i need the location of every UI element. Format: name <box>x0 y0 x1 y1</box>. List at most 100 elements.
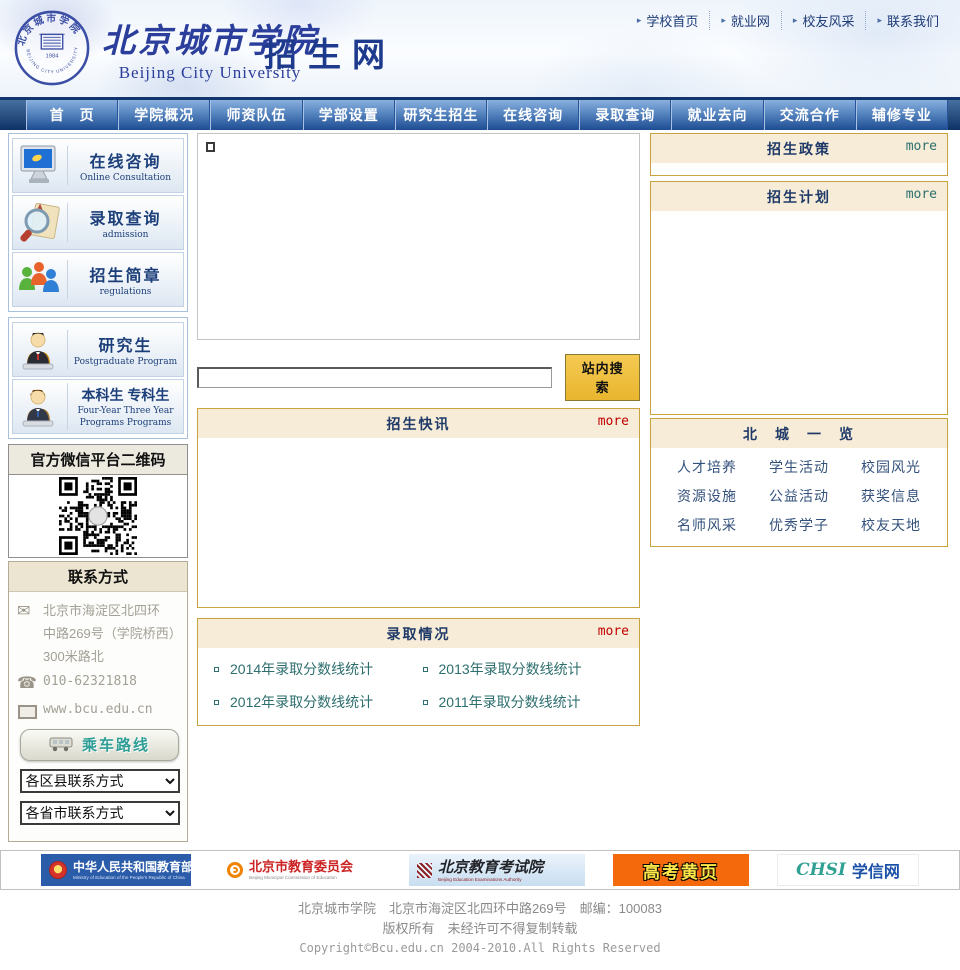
admission-news-title: 招生快讯 <box>386 416 451 432</box>
square-bullet-icon <box>214 666 219 672</box>
sidebar-button-subtitle: Postgraduate Program <box>73 356 178 367</box>
admission-results-body: 2014年录取分数线统计 2013年录取分数线统计 2012年录取分数线统计 2… <box>198 648 639 725</box>
nav-item-departments[interactable]: 学部设置 <box>302 100 395 130</box>
top-link-employment[interactable]: 就业网 <box>709 11 781 30</box>
main-navbar: 首 页 学院概况 师资队伍 学部设置 研究生招生 在线咨询 录取查询 就业去向 … <box>0 97 960 130</box>
sidebar-button-subtitle: Online Consultation <box>79 172 171 183</box>
bus-route-button[interactable]: 乘车路线 <box>20 729 179 762</box>
header-top-links: 学校首页 就业网 校友风采 联系我们 <box>626 11 950 30</box>
admission-results-header: 录取情况 more <box>198 619 639 648</box>
page-title: 招生网 <box>264 36 396 73</box>
admission-plan-title: 招生计划 <box>767 189 831 205</box>
contact-website[interactable]: www.bcu.edu.cn <box>43 700 182 721</box>
score-stats-link-2013[interactable]: 2013年录取分数线统计 <box>422 659 632 679</box>
partner-name-cn: 中华人民共和国教育部 <box>73 859 194 874</box>
district-contact-select[interactable]: 各区县联系方式 <box>19 769 180 794</box>
contact-box: 联系方式 北京市海淀区北四环 中路269号（学院桥西） 300米路北 010-6… <box>8 561 188 843</box>
partner-beijing-exam-authority[interactable]: 北京教育考试院 Beijing Education Examinations A… <box>409 854 585 887</box>
overview-link-student-activities[interactable]: 学生活动 <box>753 457 845 477</box>
sidebar-button-subtitle: regulations <box>99 286 152 297</box>
site-header: 北京城市学院 BEIJING CITY UNIVERSITY 1984 北京城市… <box>0 0 960 97</box>
footer-address-line: 北京城市学院 北京市海淀区北四环中路269号 邮编：100083 <box>297 901 663 917</box>
admission-plan-more-link[interactable]: more <box>906 187 937 202</box>
partner-beijing-education-commission[interactable]: 北京市教育委员会 Beijing Municipal Commission of… <box>219 854 381 886</box>
overview-link-famous-teachers[interactable]: 名师风采 <box>661 515 753 535</box>
nav-item-faculty[interactable]: 师资队伍 <box>210 100 303 130</box>
envelope-icon <box>17 600 43 668</box>
score-stats-link-2014[interactable]: 2014年录取分数线统计 <box>214 659 423 679</box>
contact-address-line: 北京市海淀区北四环 <box>43 603 161 618</box>
footer-copyright-en: Copyright©Bcu.edu.cn 2004-2010.All Right… <box>299 941 661 956</box>
nav-item-cooperation[interactable]: 交流合作 <box>763 100 856 130</box>
right-column: 招生政策 more 招生计划 more 北 城 一 览 人才培养 学生活动 校园… <box>650 133 948 547</box>
campus-overview-header: 北 城 一 览 <box>651 419 947 448</box>
square-bullet-icon <box>422 699 428 705</box>
partner-chsi[interactable]: CHSI 学信网 <box>777 854 919 887</box>
sidebar-quick-group-2: 研究生 Postgraduate Program 本科生 专科生 Four-Ye… <box>8 317 188 439</box>
wechat-qr-header: 官方微信平台二维码 <box>9 445 187 475</box>
admission-policy-title: 招生政策 <box>767 141 831 157</box>
wechat-qr-wrap <box>9 475 187 557</box>
sidebar-button-online-consultation[interactable]: 在线咨询 Online Consultation <box>12 138 184 193</box>
score-stats-link-2012[interactable]: 2012年录取分数线统计 <box>214 692 423 712</box>
nav-item-employment[interactable]: 就业去向 <box>671 100 764 130</box>
bus-route-label: 乘车路线 <box>81 737 150 755</box>
seal-year-text: 1984 <box>45 54 59 60</box>
admission-plan-box: 招生计划 more <box>650 181 948 415</box>
footer-copyright-cn: 版权所有 未经许可不得复制转载 <box>382 921 578 937</box>
sidebar-button-undergraduate[interactable]: 本科生 专科生 Four-Year Three Year Programs Pr… <box>12 379 184 434</box>
partner-ministry-of-education[interactable]: 中华人民共和国教育部 Ministry of Education of the … <box>41 854 194 887</box>
overview-link-public-welfare[interactable]: 公益活动 <box>753 486 845 506</box>
overview-link-campus-scenery[interactable]: 校园风光 <box>845 457 937 477</box>
sidebar-button-title: 在线咨询 <box>89 153 162 171</box>
overview-link-outstanding-students[interactable]: 优秀学子 <box>753 515 845 535</box>
overview-link-facilities[interactable]: 资源设施 <box>661 486 753 506</box>
overview-link-talent[interactable]: 人才培养 <box>661 457 753 477</box>
arrow-right-icon <box>793 15 798 26</box>
partner-name-en: Ministry of Education of the People's Re… <box>73 874 185 880</box>
people-icon <box>13 258 67 302</box>
partner-gaokao-yellow-pages[interactable]: 高考黄页 <box>613 854 749 887</box>
exam-authority-logo-icon <box>417 862 432 878</box>
admission-news-box: 招生快讯 more <box>197 408 640 608</box>
top-link-alumni[interactable]: 校友风采 <box>780 11 866 30</box>
overview-link-alumni[interactable]: 校友天地 <box>845 515 937 535</box>
site-search-button[interactable]: 站内搜索 <box>565 354 640 401</box>
arrow-right-icon <box>721 15 726 26</box>
score-stats-link-2011[interactable]: 2011年录取分数线统计 <box>422 692 632 712</box>
overview-link-awards[interactable]: 获奖信息 <box>845 486 937 506</box>
admission-results-box: 录取情况 more 2014年录取分数线统计 2013年录取分数线统计 2012… <box>197 618 640 726</box>
nav-item-online-consult[interactable]: 在线咨询 <box>487 100 580 130</box>
sidebar-button-text: 录取查询 admission <box>67 202 183 243</box>
top-link-label: 就业网 <box>730 14 770 29</box>
admission-news-header: 招生快讯 more <box>198 409 639 438</box>
left-sidebar: 在线咨询 Online Consultation 录取查询 admission <box>8 133 188 843</box>
admission-news-more-link[interactable]: more <box>598 414 629 429</box>
top-link-school-home[interactable]: 学校首页 <box>626 11 710 30</box>
top-link-label: 校友风采 <box>802 14 855 29</box>
admission-results-more-link[interactable]: more <box>598 624 629 639</box>
sidebar-button-postgraduate[interactable]: 研究生 Postgraduate Program <box>12 322 184 377</box>
contact-body: 北京市海淀区北四环 中路269号（学院桥西） 300米路北 010-623218… <box>9 592 187 841</box>
sidebar-button-admission-query[interactable]: 录取查询 admission <box>12 195 184 250</box>
sidebar-button-title: 研究生 <box>98 337 153 355</box>
wechat-qr-code <box>59 477 137 555</box>
nav-item-postgraduate[interactable]: 研究生招生 <box>394 100 488 130</box>
nav-item-admission-query[interactable]: 录取查询 <box>579 100 672 130</box>
campus-overview-grid: 人才培养 学生活动 校园风光 资源设施 公益活动 获奖信息 名师风采 优秀学子 … <box>651 448 947 546</box>
admission-policy-more-link[interactable]: more <box>906 139 937 154</box>
sidebar-button-text: 招生简章 regulations <box>67 259 183 300</box>
search-input[interactable] <box>197 367 553 388</box>
nav-item-overview[interactable]: 学院概况 <box>118 100 211 130</box>
contact-header: 联系方式 <box>9 562 187 592</box>
sidebar-button-regulations[interactable]: 招生简章 regulations <box>12 252 184 307</box>
top-link-contact[interactable]: 联系我们 <box>865 11 950 30</box>
admission-policy-box: 招生政策 more <box>650 133 948 176</box>
province-contact-select[interactable]: 各省市联系方式 <box>19 801 180 826</box>
nav-item-home[interactable]: 首 页 <box>26 100 119 130</box>
partner-name-cn: 学信网 <box>851 864 900 882</box>
nav-item-minor[interactable]: 辅修专业 <box>855 100 949 130</box>
admission-plan-body <box>651 211 947 414</box>
postgraduate-icon <box>13 328 67 372</box>
bus-icon <box>49 737 73 752</box>
